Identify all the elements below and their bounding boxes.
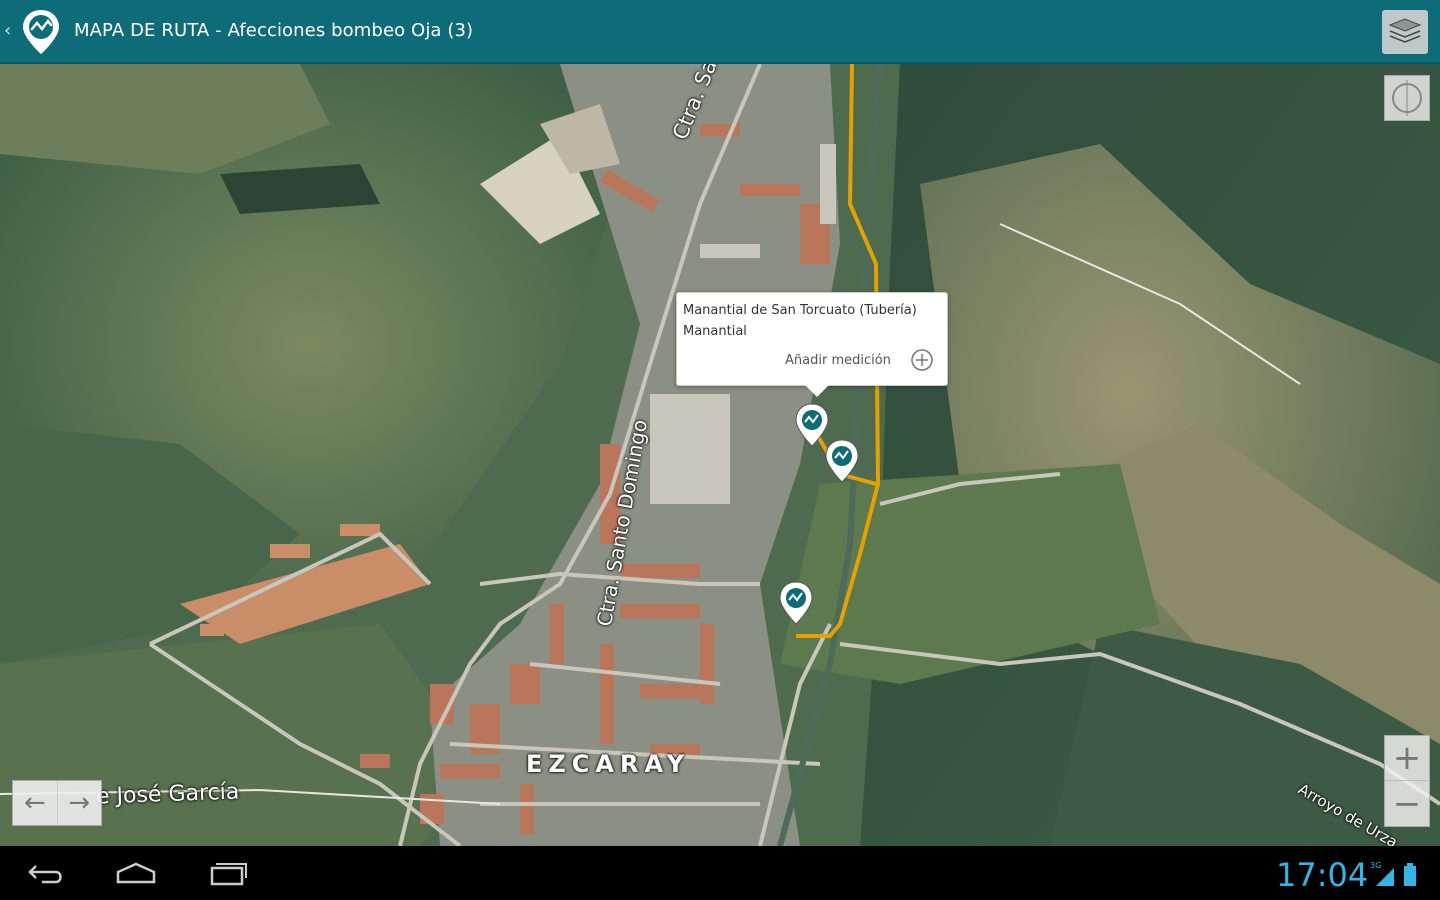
recents-icon[interactable] xyxy=(202,856,250,890)
svg-text:3G: 3G xyxy=(1370,861,1381,870)
marker-type: Manantial xyxy=(683,324,747,339)
add-measurement-label[interactable]: Añadir medición xyxy=(785,353,891,368)
zoom-controls: + − xyxy=(1384,735,1430,827)
zoom-in-button[interactable]: + xyxy=(1385,736,1429,781)
system-nav-bar xyxy=(0,846,1440,900)
my-location-button[interactable] xyxy=(1384,75,1430,121)
town-label: EZCARAY xyxy=(526,750,691,778)
page-title: MAPA DE RUTA - Afecciones bombeo Oja (3) xyxy=(74,20,474,41)
water-marker-icon[interactable] xyxy=(824,438,860,484)
back-icon[interactable] xyxy=(22,856,70,890)
signal-battery-icon: 3G xyxy=(1370,861,1416,886)
compass-icon xyxy=(1392,80,1422,116)
chevron-left-icon[interactable]: ‹ xyxy=(4,20,11,41)
water-marker-icon[interactable] xyxy=(778,580,814,626)
zoom-out-button[interactable]: − xyxy=(1385,781,1429,826)
map-view[interactable]: Ctra. Santo Ctra. Santo Domingo e José G… xyxy=(0,64,1440,846)
marker-info-window[interactable]: Manantial de San Torcuato (Tubería) Mana… xyxy=(676,292,948,397)
home-icon[interactable] xyxy=(112,856,160,890)
layers-button[interactable] xyxy=(1382,10,1428,54)
satellite-imagery xyxy=(0,64,1440,846)
layers-icon xyxy=(1388,18,1422,43)
street-label: e José García xyxy=(95,779,240,810)
pan-controls: ← → xyxy=(12,780,102,826)
add-circle-icon[interactable] xyxy=(910,348,934,372)
map-pin-route-icon[interactable] xyxy=(20,8,62,56)
clock: 17:04 xyxy=(1276,856,1369,894)
action-bar: ‹ MAPA DE RUTA - Afecciones bombeo Oja (… xyxy=(0,0,1440,64)
pan-right-button[interactable]: → xyxy=(58,781,102,825)
marker-title: Manantial de San Torcuato (Tubería) xyxy=(683,303,917,318)
pan-left-button[interactable]: ← xyxy=(13,781,58,825)
